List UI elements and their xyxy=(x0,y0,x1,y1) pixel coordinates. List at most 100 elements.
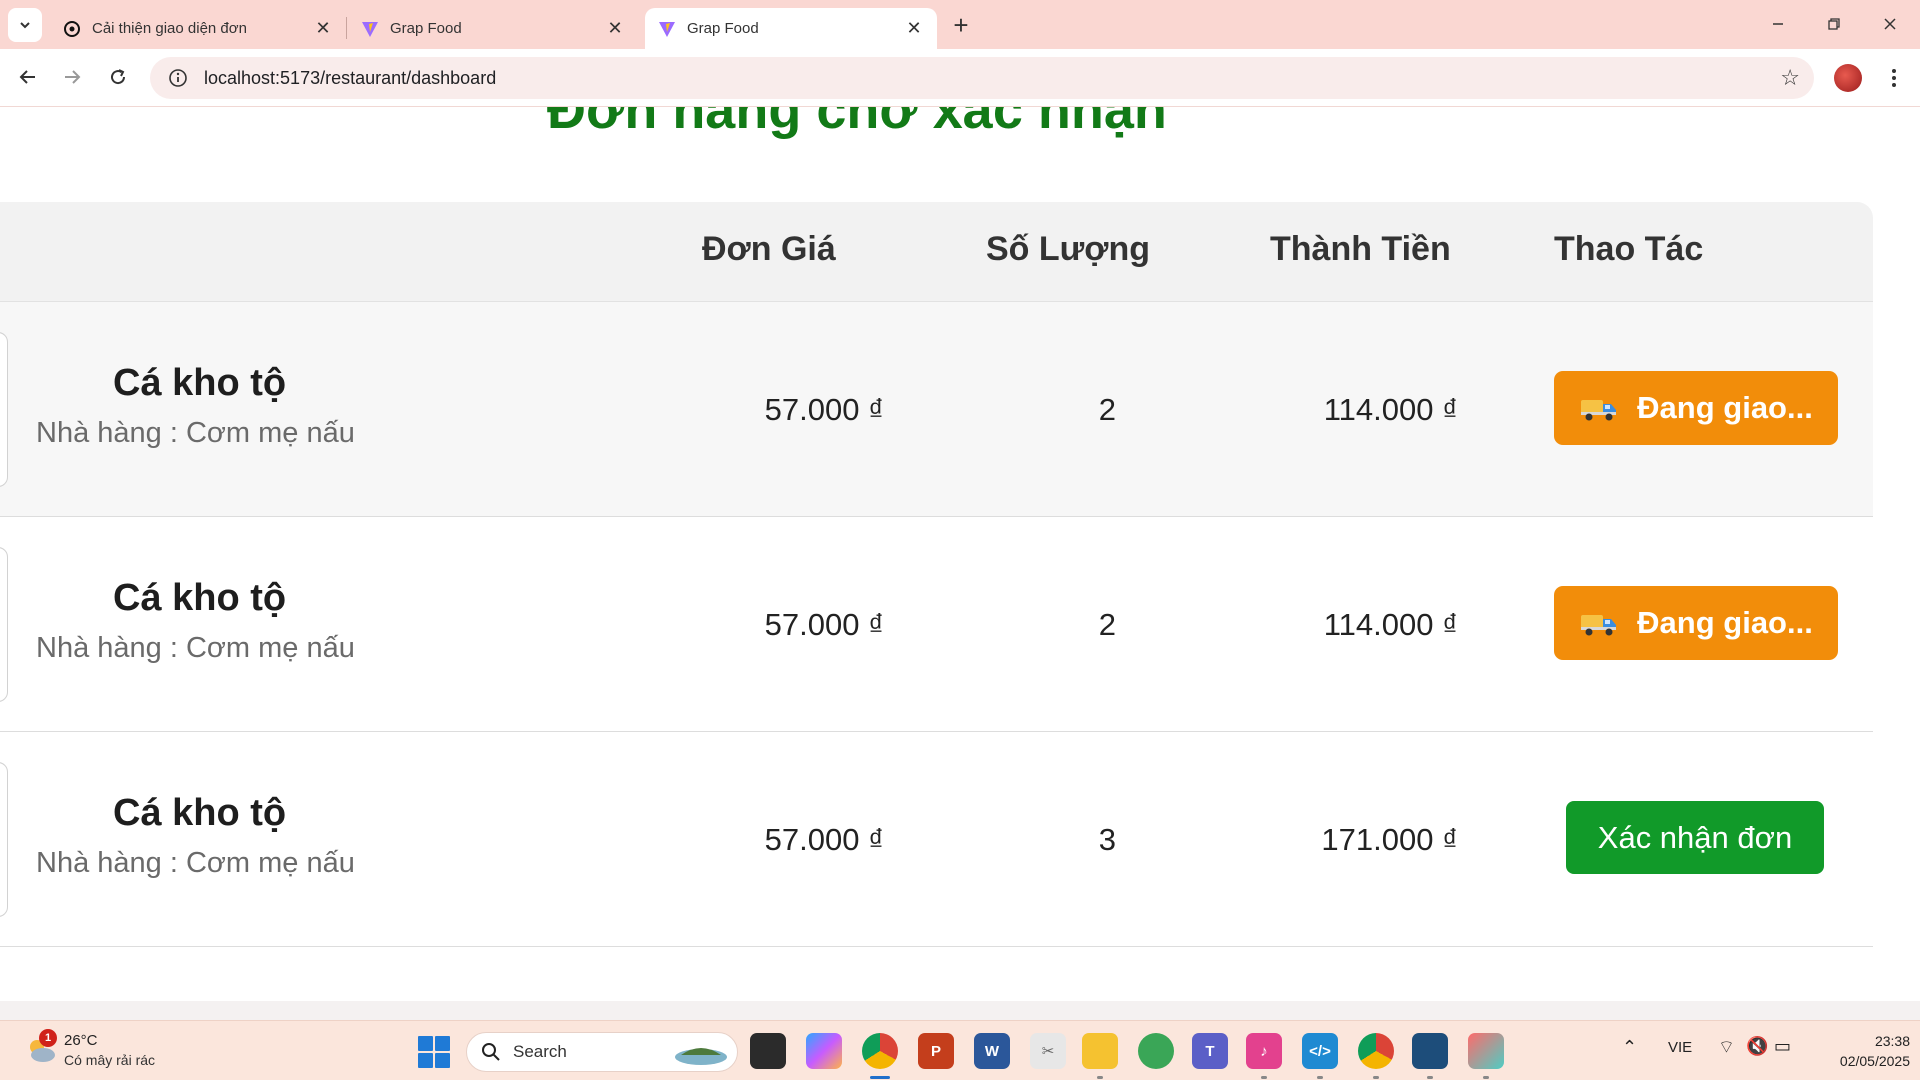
site-info-icon[interactable] xyxy=(158,58,198,98)
windows-start-icon[interactable] xyxy=(418,1036,450,1068)
task-view-icon[interactable] xyxy=(750,1033,786,1069)
column-header-total: Thành Tiền xyxy=(1270,230,1451,268)
page-viewport: Đơn hàng chờ xác nhận n Đơn Giá Số Lượng… xyxy=(0,107,1920,1018)
chrome-icon[interactable] xyxy=(862,1033,898,1079)
chevron-down-icon xyxy=(20,22,30,29)
vite-icon xyxy=(360,19,380,39)
clock-time: 23:38 xyxy=(1874,1033,1910,1049)
tab-grap-food-1[interactable]: Grap Food ✕ xyxy=(348,8,638,49)
search-icon xyxy=(482,1043,500,1061)
tab-title: Cải thiện giao diện đơn xyxy=(92,20,247,37)
restore-icon xyxy=(1828,18,1840,30)
shipping-status-button[interactable]: Đang giao... xyxy=(1554,371,1838,445)
restaurant-name: Nhà hàng : Cơm mẹ nấu xyxy=(36,632,355,664)
tab-title: Grap Food xyxy=(687,20,759,37)
shipping-status-label: Đang giao... xyxy=(1637,390,1813,425)
browser-menu-icon[interactable] xyxy=(1880,61,1908,95)
git-tool-icon[interactable] xyxy=(1468,1033,1504,1079)
taskbar-search-box[interactable]: Search xyxy=(466,1032,738,1072)
music-app-icon[interactable]: ♪ xyxy=(1246,1033,1282,1079)
profile-avatar[interactable] xyxy=(1834,64,1862,92)
chatgpt-icon xyxy=(62,19,82,39)
page-title: Đơn hàng chờ xác nhận xyxy=(547,107,1167,140)
table-row: Cá kho tộ Nhà hàng : Cơm mẹ nấu 57.000 ₫… xyxy=(0,302,1873,517)
input-language[interactable]: VIE xyxy=(1668,1039,1692,1056)
column-header-quantity: Số Lượng xyxy=(986,230,1150,268)
copilot-icon[interactable] xyxy=(806,1033,842,1069)
file-explorer-icon[interactable] xyxy=(1082,1033,1118,1079)
dish-image xyxy=(0,547,8,702)
snipping-tool-icon[interactable]: ✂ xyxy=(1030,1033,1066,1069)
arrow-left-icon xyxy=(19,70,35,84)
powerpoint-icon[interactable]: P xyxy=(918,1033,954,1069)
back-button[interactable] xyxy=(10,59,46,95)
weather-description: Có mây rải rác xyxy=(64,1052,156,1068)
table-row: Cá kho tộ Nhà hàng : Cơm mẹ nấu 57.000 ₫… xyxy=(0,517,1873,732)
address-bar[interactable]: localhost:5173/restaurant/dashboard ☆ xyxy=(150,57,1814,99)
word-icon[interactable]: W xyxy=(974,1033,1010,1069)
delivery-truck-icon xyxy=(1579,607,1619,639)
column-header-name: n xyxy=(0,230,1,269)
unit-price: 57.000 ₫ xyxy=(764,607,884,642)
dish-image xyxy=(0,762,8,917)
dish-name: Cá kho tộ xyxy=(113,792,287,834)
battery-icon[interactable]: ▭ xyxy=(1774,1036,1791,1057)
vscode-icon[interactable]: </> xyxy=(1302,1033,1338,1079)
column-header-price: Đơn Giá xyxy=(702,230,836,268)
tab-divider xyxy=(346,17,347,39)
close-icon xyxy=(1884,18,1896,30)
wifi-icon[interactable]: ⌔ xyxy=(1718,1036,1735,1059)
forward-button[interactable] xyxy=(54,59,90,95)
restaurant-name: Nhà hàng : Cơm mẹ nấu xyxy=(36,847,355,879)
line-total: 114.000 ₫ xyxy=(1323,607,1458,642)
teams-icon[interactable]: T xyxy=(1192,1033,1228,1069)
quantity: 2 xyxy=(1098,607,1116,642)
dish-image xyxy=(0,332,8,487)
dish-name: Cá kho tộ xyxy=(113,577,287,619)
unit-price: 57.000 ₫ xyxy=(764,822,884,857)
page-bottom-strip xyxy=(0,1001,1920,1021)
close-icon[interactable]: ✕ xyxy=(312,18,334,40)
dish-name: Cá kho tộ xyxy=(113,362,287,404)
restore-button[interactable] xyxy=(1806,0,1862,48)
shipping-status-button[interactable]: Đang giao... xyxy=(1554,586,1838,660)
clock-date: 02/05/2025 xyxy=(1839,1053,1910,1069)
vite-icon xyxy=(657,19,677,39)
unit-price: 57.000 ₫ xyxy=(764,392,884,427)
tab-grap-food-active[interactable]: Grap Food ✕ xyxy=(645,8,937,49)
orders-table: n Đơn Giá Số Lượng Thành Tiền Thao Tác C… xyxy=(0,202,1873,947)
bookmark-star-icon[interactable]: ☆ xyxy=(1780,65,1800,91)
reload-icon xyxy=(111,69,126,85)
tab-chatgpt[interactable]: Cải thiện giao diện đơn ✕ xyxy=(50,8,346,49)
database-tool-icon[interactable] xyxy=(1412,1033,1448,1079)
line-total: 171.000 ₫ xyxy=(1321,822,1458,857)
arrow-right-icon xyxy=(65,70,81,84)
chrome-profile-icon[interactable] xyxy=(1358,1033,1394,1079)
show-hidden-icons-icon[interactable]: ⌃ xyxy=(1622,1037,1637,1058)
search-highlight-icon xyxy=(675,1048,727,1065)
new-tab-button[interactable]: + xyxy=(946,10,976,40)
minimize-button[interactable] xyxy=(1750,0,1806,48)
weather-temperature: 26°C xyxy=(64,1032,98,1049)
tab-search-button[interactable] xyxy=(8,8,42,42)
browser-tab-bar: Cải thiện giao diện đơn ✕ Grap Food ✕ Gr… xyxy=(0,0,1920,49)
table-row: Cá kho tộ Nhà hàng : Cơm mẹ nấu 57.000 ₫… xyxy=(0,732,1873,947)
system-clock[interactable]: 23:38 02/05/2025 xyxy=(1814,1031,1910,1071)
line-total: 114.000 ₫ xyxy=(1323,392,1458,427)
quantity: 3 xyxy=(1098,822,1116,857)
close-icon[interactable]: ✕ xyxy=(903,18,925,40)
close-window-button[interactable] xyxy=(1862,0,1918,48)
reload-button[interactable] xyxy=(100,59,136,95)
notification-badge: 1 xyxy=(39,1029,57,1047)
table-header: n Đơn Giá Số Lượng Thành Tiền Thao Tác xyxy=(0,202,1873,302)
volume-muted-icon[interactable]: 🔇 xyxy=(1746,1036,1768,1057)
url-text: localhost:5173/restaurant/dashboard xyxy=(204,67,497,88)
shipping-status-label: Đang giao... xyxy=(1637,605,1813,640)
taskbar: 1 26°C Có mây rải rác Search P W ✂ T ♪ <… xyxy=(0,1020,1920,1080)
weather-widget[interactable]: 1 26°C Có mây rải rác xyxy=(22,1029,172,1073)
column-header-actions: Thao Tác xyxy=(1554,230,1704,268)
confirm-order-button[interactable]: Xác nhận đơn xyxy=(1566,801,1824,874)
minimize-icon xyxy=(1773,23,1783,25)
close-icon[interactable]: ✕ xyxy=(604,18,626,40)
coc-coc-icon[interactable] xyxy=(1138,1033,1174,1069)
